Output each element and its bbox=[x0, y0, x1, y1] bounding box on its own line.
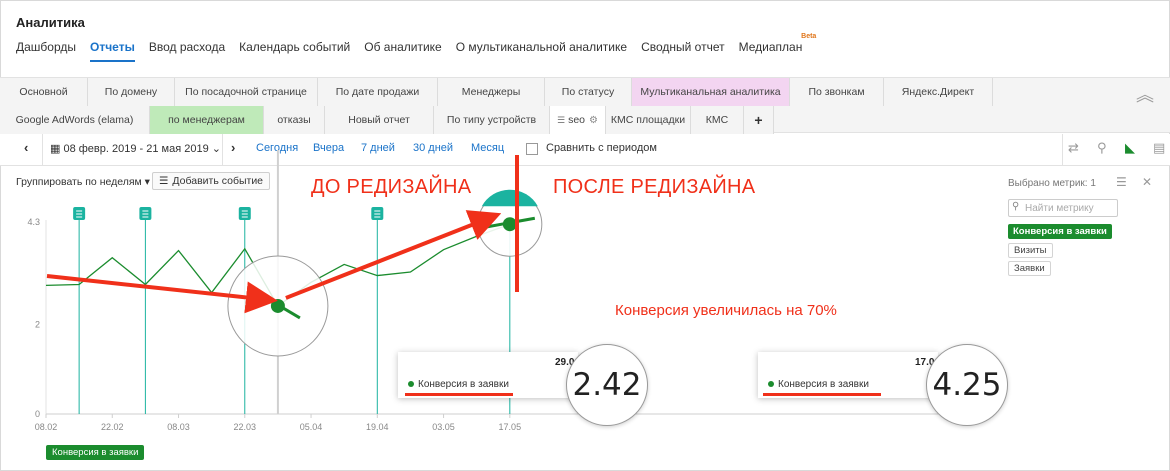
series-dot bbox=[408, 381, 414, 387]
divider bbox=[1062, 134, 1063, 166]
data-tooltip: 29.0 Конверсия в заявки bbox=[398, 352, 578, 398]
tooltip-series-name: Конверсия в заявки bbox=[418, 379, 509, 390]
tab-by-sale-date[interactable]: По дате продажи bbox=[318, 78, 438, 106]
nav-summary-report[interactable]: Сводный отчет bbox=[641, 40, 725, 54]
tab-by-status[interactable]: По статусу bbox=[545, 78, 632, 106]
compare-checkbox[interactable] bbox=[526, 143, 538, 155]
group-by-label: Группировать по неделям bbox=[16, 176, 142, 188]
tab-seo-label: seo bbox=[568, 114, 586, 126]
tooltip-series-name: Конверсия в заявки bbox=[778, 379, 869, 390]
tooltip-series-label: Конверсия в заявки bbox=[408, 379, 509, 390]
annotation-before: ДО РЕДИЗАЙНА bbox=[311, 176, 472, 198]
chevron-down-icon: ▾ bbox=[144, 176, 150, 188]
metric-search-input[interactable] bbox=[1008, 199, 1118, 217]
nav-dashboards[interactable]: Дашборды bbox=[16, 40, 76, 54]
metric-chip-leads[interactable]: Заявки bbox=[1008, 261, 1051, 276]
tab-by-calls[interactable]: По звонкам bbox=[790, 78, 884, 106]
next-period-arrow-icon[interactable]: › bbox=[231, 140, 235, 155]
data-tooltip: 17.0 Конверсия в заявки bbox=[758, 352, 938, 398]
nav-mediaplan-label: Медиаплан bbox=[738, 40, 803, 54]
tab-row-1: Основной По домену По посадочной страниц… bbox=[0, 78, 993, 106]
annotation-result: Конверсия увеличилась на 70% bbox=[615, 302, 837, 319]
tab-row-2: Google AdWords (elama) по менеджерам отк… bbox=[0, 106, 774, 134]
series-dot bbox=[768, 381, 774, 387]
add-tab-button[interactable]: + bbox=[744, 106, 774, 134]
annotation-underline bbox=[763, 393, 881, 396]
magnified-value: 2.42 bbox=[572, 367, 642, 403]
annotation-after: ПОСЛЕ РЕДИЗАЙНА bbox=[553, 176, 756, 198]
quick-today[interactable]: Сегодня bbox=[256, 142, 298, 154]
nav-about-analytics[interactable]: Об аналитике bbox=[364, 40, 441, 54]
refresh-icon[interactable]: ⇄ bbox=[1068, 140, 1079, 156]
quick-30-days[interactable]: 30 дней bbox=[413, 142, 453, 154]
app-title: Аналитика bbox=[16, 15, 85, 30]
export-icon[interactable]: ▤ bbox=[1153, 140, 1165, 156]
date-range-picker[interactable]: ▦ 08 февр. 2019 - 21 мая 2019 ⌄ bbox=[50, 142, 221, 155]
tab-by-domain[interactable]: По домену bbox=[88, 78, 175, 106]
drag-handle-icon: ☰ bbox=[557, 114, 566, 125]
main-nav: Дашборды Отчеты Ввод расхода Календарь с… bbox=[16, 33, 817, 62]
search-icon[interactable]: ⚲ bbox=[1097, 140, 1107, 156]
value-magnifier: 2.42 bbox=[566, 344, 648, 426]
add-event-label: Добавить событие bbox=[172, 175, 264, 187]
quick-7-days[interactable]: 7 дней bbox=[361, 142, 395, 154]
tab-by-device-type[interactable]: По типу устройств bbox=[434, 106, 550, 134]
tab-google-adwords[interactable]: Google AdWords (elama) bbox=[0, 106, 150, 134]
annotation-underline bbox=[405, 393, 513, 396]
magnified-value: 4.25 bbox=[932, 367, 1002, 403]
report-tabs: Основной По домену По посадочной страниц… bbox=[0, 77, 1170, 134]
calendar-icon: ▦ bbox=[50, 143, 61, 155]
collapse-chevron-icon[interactable]: ︽ bbox=[1136, 86, 1154, 104]
prev-period-arrow-icon[interactable]: ‹ bbox=[24, 140, 28, 155]
metric-chip-conversion[interactable]: Конверсия в заявки bbox=[1008, 224, 1112, 239]
tab-multichannel[interactable]: Мультиканальная аналитика bbox=[632, 78, 790, 106]
chevron-down-icon: ⌄ bbox=[211, 143, 221, 155]
metric-chip-visits[interactable]: Визиты bbox=[1008, 243, 1053, 258]
series-legend[interactable]: Конверсия в заявки bbox=[46, 445, 145, 460]
tab-main[interactable]: Основной bbox=[0, 78, 88, 106]
compare-label: Сравнить с периодом bbox=[546, 142, 657, 154]
tab-seo[interactable]: ☰ seo ⚙ bbox=[550, 106, 606, 134]
tab-managers[interactable]: Менеджеры bbox=[438, 78, 545, 106]
metrics-count: Выбрано метрик: 1 bbox=[1008, 178, 1096, 189]
date-toolbar: ‹ ▦ 08 февр. 2019 - 21 мая 2019 ⌄ › Сего… bbox=[0, 134, 1170, 166]
group-by-dropdown[interactable]: Группировать по неделям ▾ bbox=[16, 176, 150, 188]
nav-about-multichannel[interactable]: О мультиканальной аналитике bbox=[456, 40, 627, 54]
tab-yandex-direct[interactable]: Яндекс.Директ bbox=[884, 78, 993, 106]
list-icon[interactable]: ☰ bbox=[1116, 175, 1127, 189]
chart-icon[interactable]: ◣ bbox=[1125, 140, 1135, 156]
close-icon[interactable]: ✕ bbox=[1142, 175, 1152, 189]
nav-event-calendar[interactable]: Календарь событий bbox=[239, 40, 350, 54]
search-icon: ⚲ bbox=[1012, 201, 1020, 212]
nav-expense-input[interactable]: Ввод расхода bbox=[149, 40, 225, 54]
tab-kms[interactable]: КМС bbox=[691, 106, 744, 134]
list-icon: ☰ bbox=[159, 175, 169, 187]
tooltip-series-label: Конверсия в заявки bbox=[768, 379, 869, 390]
nav-mediaplan[interactable]: Медиаплан Beta bbox=[738, 33, 817, 54]
tab-by-landing-page[interactable]: По посадочной странице bbox=[175, 78, 318, 106]
tab-bounces[interactable]: отказы bbox=[264, 106, 325, 134]
tab-kms-sites[interactable]: КМС площадки bbox=[606, 106, 691, 134]
tab-new-report[interactable]: Новый отчет bbox=[325, 106, 434, 134]
date-range-label: 08 февр. 2019 - 21 мая 2019 bbox=[63, 143, 209, 155]
gear-icon[interactable]: ⚙ bbox=[589, 115, 598, 126]
add-event-button[interactable]: ☰ Добавить событие bbox=[152, 172, 271, 190]
nav-reports[interactable]: Отчеты bbox=[90, 40, 135, 62]
divider bbox=[42, 134, 43, 166]
value-magnifier: 4.25 bbox=[926, 344, 1008, 426]
tab-by-managers[interactable]: по менеджерам bbox=[150, 106, 264, 134]
beta-badge: Beta bbox=[801, 33, 817, 40]
divider bbox=[222, 134, 223, 166]
quick-month[interactable]: Месяц bbox=[471, 142, 504, 154]
quick-yesterday[interactable]: Вчера bbox=[313, 142, 344, 154]
